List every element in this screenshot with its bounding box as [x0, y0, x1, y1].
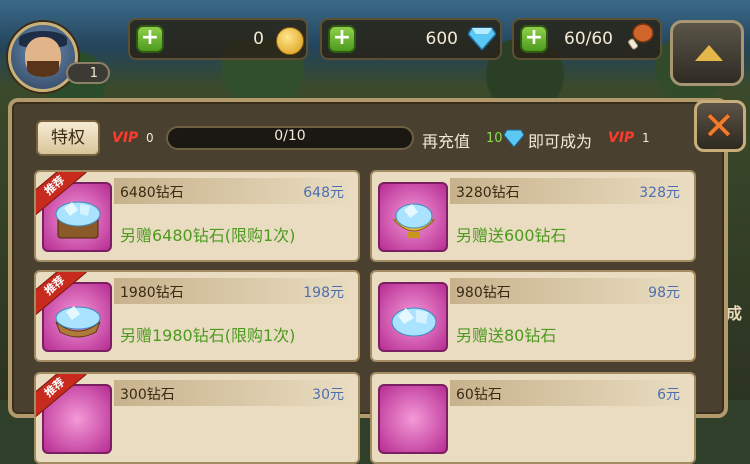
stamina-counter: + 60/60	[512, 18, 662, 60]
add-stamina-button[interactable]: +	[520, 25, 548, 53]
diamond-pile-icon	[392, 203, 436, 238]
player-avatar[interactable]	[8, 22, 78, 92]
item-bonus: 另赠6480钻石(限购1次)	[120, 226, 296, 245]
diamond-pile-icon	[391, 307, 437, 337]
background-text: 成	[726, 304, 743, 323]
recharge-suffix: 即可成为	[528, 132, 593, 151]
gold-coin-icon	[276, 27, 304, 55]
item-icon-frame	[378, 384, 448, 454]
diamond-icon	[504, 129, 524, 147]
item-price: 30元	[312, 387, 344, 403]
item-price: 98元	[648, 285, 680, 301]
vip-label: VIP	[112, 130, 139, 146]
item-bonus: 另赠送80钻石	[456, 326, 557, 345]
player-level: 1	[66, 62, 110, 84]
shop-item-card[interactable]: 推荐 300钻石 30元	[34, 372, 360, 464]
gem-counter: + 600	[320, 18, 502, 60]
item-name: 300钻石	[120, 387, 175, 403]
next-vip-level: 1	[642, 131, 650, 145]
item-name: 6480钻石	[120, 185, 184, 201]
plus-icon: +	[332, 25, 352, 50]
privilege-button[interactable]: 特权	[36, 120, 100, 156]
item-icon-frame	[378, 282, 448, 352]
close-button[interactable]: ✕	[694, 100, 746, 152]
diamond-icon	[468, 27, 496, 50]
next-vip-label: VIP	[608, 130, 635, 146]
shop-item-card[interactable]: 980钻石 98元 另赠送80钻石	[370, 270, 696, 362]
shop-item-card[interactable]: 60钻石 6元	[370, 372, 696, 464]
item-bonus: 另赠1980钻石(限购1次)	[120, 326, 296, 345]
stamina-value: 60/60	[564, 29, 613, 49]
item-name: 3280钻石	[456, 185, 520, 201]
close-icon: ✕	[703, 104, 735, 148]
item-price: 328元	[639, 185, 680, 201]
recharge-amount: 10	[486, 131, 503, 146]
avatar-beard	[27, 61, 59, 77]
gold-counter: + 0	[128, 18, 308, 60]
item-price: 6元	[657, 387, 680, 403]
shop-item-card[interactable]: 推荐 6480钻石 648元 另赠6480钻石(限购1次)	[34, 170, 360, 262]
vip-progress-text: 0/10	[274, 128, 306, 144]
add-gem-button[interactable]: +	[328, 25, 356, 53]
meat-leg-icon	[627, 23, 654, 50]
item-name: 1980钻石	[120, 285, 184, 301]
shop-item-card[interactable]: 3280钻石 328元 另赠送600钻石	[370, 170, 696, 262]
item-name: 60钻石	[456, 387, 502, 403]
item-icon-frame	[378, 182, 448, 252]
shop-item-card[interactable]: 推荐 1980钻石 198元 另赠1980钻石(限购1次)	[34, 270, 360, 362]
current-vip-level: 0	[146, 131, 154, 145]
diamond-pile-icon	[55, 201, 101, 239]
gold-value: 0	[253, 29, 264, 49]
gem-value: 600	[425, 29, 458, 49]
menu-toggle-button[interactable]	[670, 20, 744, 86]
add-gold-button[interactable]: +	[136, 25, 164, 53]
diamond-pile-icon	[55, 306, 101, 338]
arrow-up-icon	[695, 45, 723, 61]
recharge-prefix: 再充值	[422, 132, 471, 151]
item-price: 648元	[303, 185, 344, 201]
item-price: 198元	[303, 285, 344, 301]
item-bonus: 另赠送600钻石	[456, 226, 567, 245]
plus-icon: +	[524, 25, 544, 50]
plus-icon: +	[140, 25, 160, 50]
item-name: 980钻石	[456, 285, 511, 301]
